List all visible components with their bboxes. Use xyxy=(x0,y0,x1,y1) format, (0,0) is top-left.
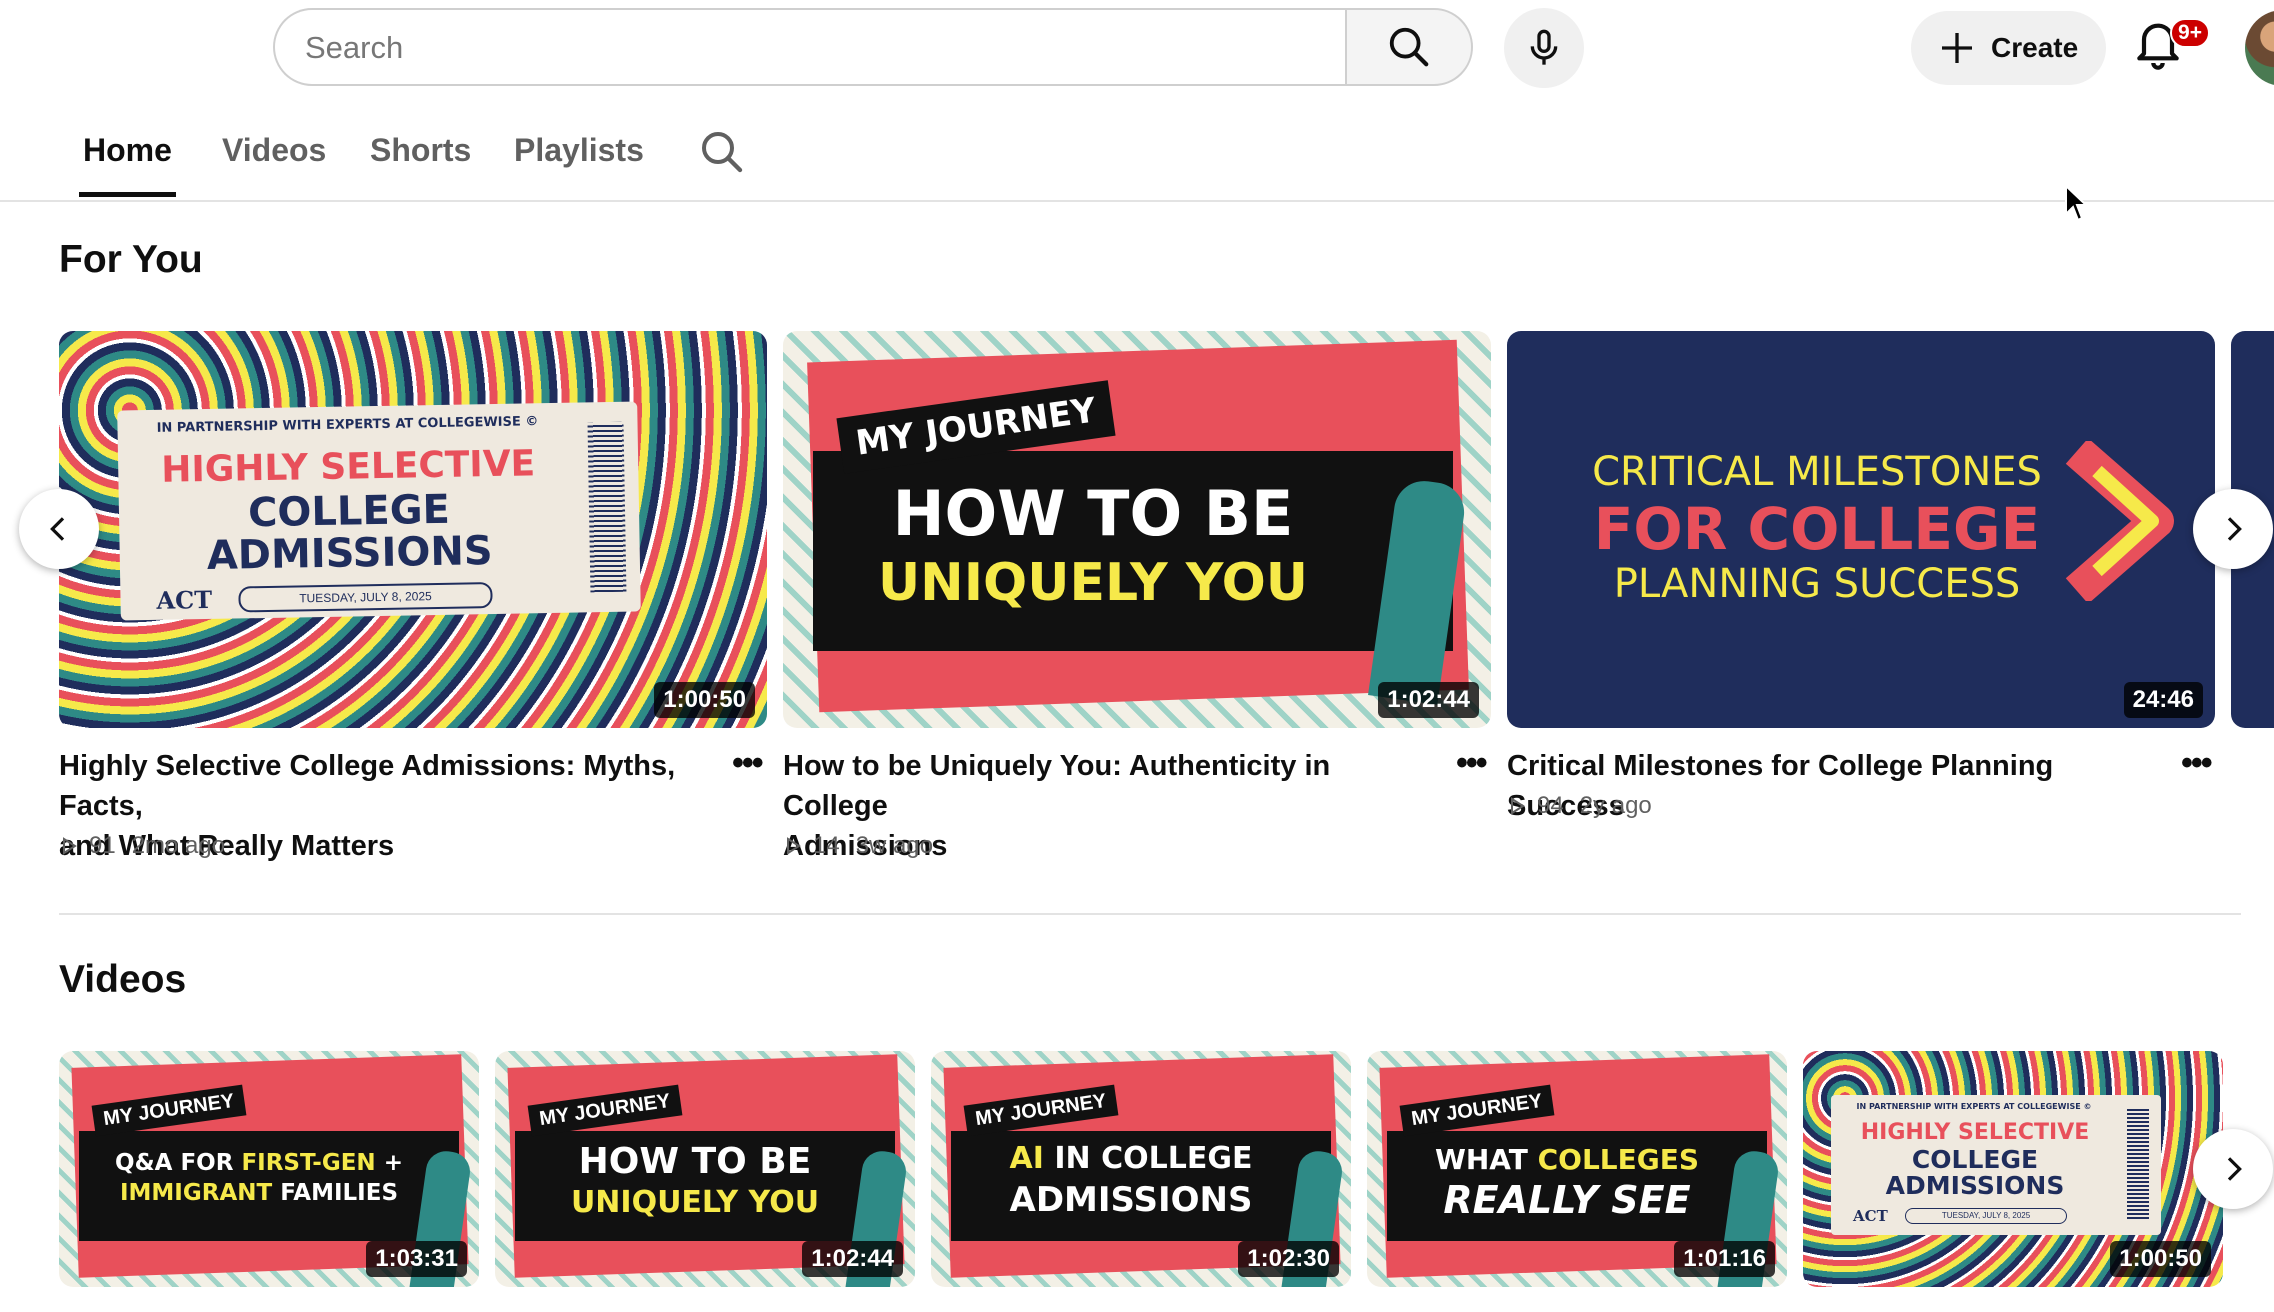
thumb-line2: FOR COLLEGE xyxy=(1593,495,2041,563)
mouse-cursor-icon xyxy=(2065,184,2089,222)
thumb-line1: HIGHLY SELECTIVE xyxy=(160,443,536,491)
video-thumbnail[interactable]: MY JOURNEY AI IN COLLEGE ADMISSIONS 1:02… xyxy=(931,1051,1351,1287)
chevron-right-icon xyxy=(2227,517,2242,541)
video-duration: 24:46 xyxy=(2123,682,2203,718)
thumb-line2: UNIQUELY YOU xyxy=(877,553,1309,613)
upload-age: 2mo ago xyxy=(131,832,226,859)
play-icon xyxy=(63,837,77,855)
thumb-line1: CRITICAL MILESTONES xyxy=(1592,449,2042,495)
video-duration: 1:00:50 xyxy=(654,682,755,718)
video-meta: 94 2y ago xyxy=(1507,792,1652,820)
view-count: 94 xyxy=(1537,792,1564,819)
avatar[interactable] xyxy=(2245,10,2274,86)
video-duration: 1:02:44 xyxy=(1378,682,1479,718)
video-title-line1: How to be Uniquely You: Authenticity in … xyxy=(783,750,1331,822)
thumb-line1: Q&A FOR FIRST-GEN + xyxy=(115,1150,403,1176)
tab-videos[interactable]: Videos xyxy=(222,132,326,169)
thumb-line3: ADMISSIONS xyxy=(1885,1171,2065,1200)
view-count: 14 xyxy=(813,832,840,859)
channel-search-button[interactable] xyxy=(698,128,750,180)
carousel-next-button[interactable] xyxy=(2193,1129,2273,1209)
carousel-next-button[interactable] xyxy=(2193,489,2273,569)
thumb-line1: AI IN COLLEGE xyxy=(1009,1141,1253,1176)
video-title-line1: Highly Selective College Admissions: Myt… xyxy=(59,750,676,822)
notification-badge: 9+ xyxy=(2170,18,2210,48)
search-button[interactable] xyxy=(1345,8,1473,86)
video-thumbnail[interactable]: MY JOURNEY HOW TO BE UNIQUELY YOU 1:02:4… xyxy=(495,1051,915,1287)
video-thumbnail[interactable]: CRITICAL MILESTONES FOR COLLEGE PLANNING… xyxy=(1507,331,2215,728)
search-input[interactable] xyxy=(303,10,1307,86)
upload-age: 2y ago xyxy=(1579,792,1652,819)
plus-icon xyxy=(1942,33,1972,63)
channel-tabs: Home Videos Shorts Playlists xyxy=(0,110,2274,202)
thumb-line1: HOW TO BE xyxy=(892,477,1294,550)
create-button[interactable]: Create xyxy=(1911,11,2106,85)
carousel-prev-button[interactable] xyxy=(19,489,99,569)
barcode xyxy=(2127,1109,2149,1219)
thumb-line1: HOW TO BE xyxy=(578,1141,812,1182)
thumb-line2: IMMIGRANT FAMILIES xyxy=(119,1180,399,1206)
chevron-left-icon xyxy=(50,517,65,541)
search-icon xyxy=(702,132,743,173)
top-bar: Create 9+ xyxy=(0,0,2274,96)
section-title-for-you: For You xyxy=(59,238,203,281)
tab-home[interactable]: Home xyxy=(83,132,172,169)
thumb-line3: PLANNING SUCCESS xyxy=(1613,561,2021,607)
tab-shorts[interactable]: Shorts xyxy=(370,132,471,169)
microphone-icon xyxy=(1530,29,1558,65)
active-tab-indicator xyxy=(79,192,176,197)
more-options-button[interactable]: ••• xyxy=(1456,744,1488,783)
ticket-graphic: IN PARTNERSHIP WITH EXPERTS AT COLLEGEWI… xyxy=(1831,1095,2161,1235)
thumb-small-text: IN PARTNERSHIP WITH EXPERTS AT COLLEGEWI… xyxy=(1856,1102,2092,1111)
thumb-line2: COLLEGE xyxy=(1911,1145,2039,1174)
tab-playlists[interactable]: Playlists xyxy=(514,132,644,169)
chevron-graphic xyxy=(2065,441,2174,601)
thumb-small-text: IN PARTNERSHIP WITH EXPERTS AT COLLEGEWI… xyxy=(156,414,539,436)
thumb-date: TUESDAY, JULY 8, 2025 xyxy=(238,582,493,613)
video-duration: 1:02:44 xyxy=(802,1241,903,1277)
more-options-button[interactable]: ••• xyxy=(732,744,764,783)
video-thumbnail[interactable]: MY JOURNEY WHAT COLLEGES REALLY SEE 1:01… xyxy=(1367,1051,1787,1287)
video-thumbnail[interactable]: MY JOURNEY HOW TO BE UNIQUELY YOU 1:02:4… xyxy=(783,331,1491,728)
search-icon xyxy=(1389,27,1429,67)
video-duration: 1:02:30 xyxy=(1238,1241,1339,1277)
video-duration: 1:03:31 xyxy=(366,1241,467,1277)
thumb-brand: ACT xyxy=(156,584,213,615)
thumb-line2: UNIQUELY YOU xyxy=(570,1185,820,1220)
play-icon xyxy=(787,837,801,855)
upload-age: 3w ago xyxy=(855,832,934,859)
more-options-button[interactable]: ••• xyxy=(2181,744,2213,783)
search-box[interactable] xyxy=(273,8,1345,86)
video-thumbnail[interactable]: IN PARTNERSHIP WITH EXPERTS AT COLLEGEWI… xyxy=(1803,1051,2223,1287)
video-thumbnail[interactable]: IN PARTNERSHIP WITH EXPERTS AT COLLEGEWI… xyxy=(59,331,767,728)
thumb-line1: HIGHLY SELECTIVE xyxy=(1860,1120,2090,1145)
thumb-brand: ACT xyxy=(1853,1207,1888,1225)
thumb-line3: ADMISSIONS xyxy=(206,528,494,580)
video-meta: 91 2mo ago xyxy=(59,832,225,860)
video-duration: 1:00:50 xyxy=(2110,1241,2211,1277)
thumb-date: TUESDAY, JULY 8, 2025 xyxy=(1905,1208,2067,1224)
thumb-line2: REALLY SEE xyxy=(1443,1178,1691,1222)
barcode xyxy=(587,421,627,593)
thumb-line1: WHAT COLLEGES xyxy=(1434,1143,1700,1176)
section-divider xyxy=(59,913,2241,915)
video-thumbnail[interactable]: MY JOURNEY Q&A FOR FIRST-GEN + IMMIGRANT… xyxy=(59,1051,479,1287)
play-icon xyxy=(1511,797,1525,815)
thumb-line2: ADMISSIONS xyxy=(1009,1180,1253,1220)
video-meta: 14 3w ago xyxy=(783,832,933,860)
section-title-videos: Videos xyxy=(59,958,187,1001)
chevron-right-icon xyxy=(2227,1157,2242,1181)
ticket-graphic: IN PARTNERSHIP WITH EXPERTS AT COLLEGEWI… xyxy=(117,401,641,621)
voice-search-button[interactable] xyxy=(1504,8,1584,88)
video-duration: 1:01:16 xyxy=(1674,1241,1775,1277)
view-count: 91 xyxy=(89,832,116,859)
create-label: Create xyxy=(1991,32,2079,63)
